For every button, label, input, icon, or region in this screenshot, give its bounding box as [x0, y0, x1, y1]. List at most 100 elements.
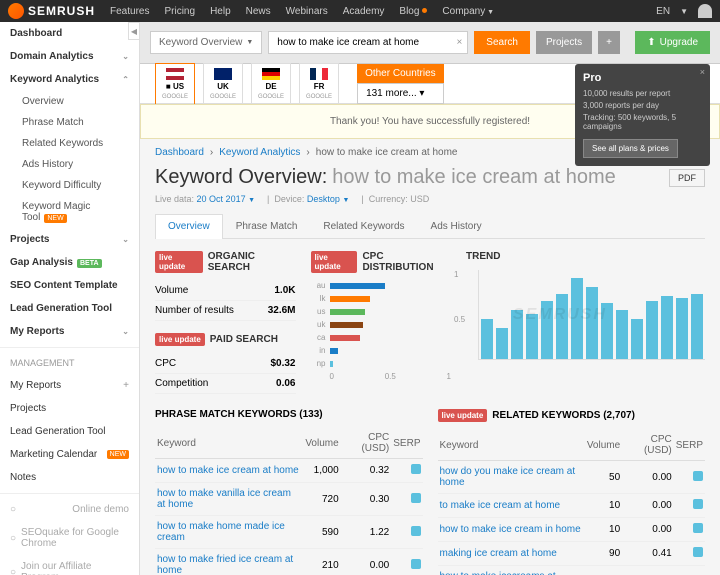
sidebar-gray-link[interactable]: ○Join our Affiliate Program [0, 555, 139, 575]
search-input-wrap: × [268, 31, 468, 54]
live-badge: live update [155, 251, 203, 273]
sidebar-label: Ads History [22, 159, 73, 170]
meta-row: Live data: 20 Oct 2017 ▼ | Device: Deskt… [155, 194, 705, 204]
serp-icon[interactable] [411, 559, 421, 569]
content: Dashboard›Keyword Analytics›how to make … [140, 139, 720, 575]
tab-phrase-match[interactable]: Phrase Match [223, 214, 311, 238]
serp-icon[interactable] [411, 464, 421, 474]
pdf-button[interactable]: PDF [669, 169, 705, 187]
gray-label: Join our Affiliate Program [21, 561, 129, 575]
user-icon[interactable] [698, 4, 712, 18]
sidebar-label: Keyword Difficulty [22, 180, 101, 191]
country-us[interactable]: ■ USGOOGLE [155, 63, 195, 105]
tab-overview[interactable]: Overview [155, 214, 223, 239]
chevron-icon: ⌄ [122, 235, 129, 244]
language-selector[interactable]: EN [656, 6, 670, 17]
sidebar-item-projects[interactable]: Projects⌄ [0, 228, 139, 251]
serp-icon[interactable] [693, 523, 703, 533]
search-input[interactable] [277, 37, 459, 48]
plus-icon[interactable]: + [123, 380, 129, 391]
projects-button[interactable]: Projects [536, 31, 592, 54]
sidebar-item-dashboard[interactable]: Dashboard [0, 22, 139, 45]
keyword-link[interactable]: to make ice cream at home [440, 500, 561, 511]
sidebar-item-domain-analytics[interactable]: Domain Analytics⌄ [0, 45, 139, 68]
sidebar-item-keyword-analytics[interactable]: Keyword Analytics⌃ [0, 68, 139, 91]
sidebar-item-gap-analysis[interactable]: Gap AnalysisBETA [0, 251, 139, 274]
cpc-cell: 0.00 [622, 518, 674, 542]
date-value[interactable]: 20 Oct 2017 [197, 194, 246, 204]
breadcrumb-item[interactable]: Dashboard [155, 147, 204, 158]
keyword-link[interactable]: how to make icecreams at home [440, 571, 556, 575]
keyword-link[interactable]: how do you make ice cream at home [440, 466, 576, 488]
chevron-icon: ⌃ [122, 75, 129, 84]
sidebar-gray-link[interactable]: ○SEOquake for Google Chrome [0, 521, 139, 555]
sidebar-label: Overview [22, 96, 64, 107]
topnav-webinars[interactable]: Webinars [286, 6, 328, 17]
sidebar-item-lead-generation-tool[interactable]: Lead Generation Tool [0, 297, 139, 320]
logo[interactable]: SEMRUSH [8, 3, 95, 19]
sidebar-mgmt-lead-generation-tool[interactable]: Lead Generation Tool [0, 420, 139, 443]
device-value[interactable]: Desktop [307, 194, 340, 204]
table-header: SERP [674, 430, 705, 461]
section-select[interactable]: Keyword Overview ▼ [150, 31, 262, 54]
sidebar-item-keyword-magic-tool[interactable]: Keyword Magic ToolNEW [0, 196, 139, 228]
keyword-link[interactable]: how to make ice cream at home [157, 465, 299, 476]
watermark: SEMRUSH [513, 306, 607, 324]
trend-bar [646, 301, 658, 360]
tab-ads-history[interactable]: Ads History [418, 214, 495, 238]
sidebar-mgmt-my-reports[interactable]: My Reports+ [0, 374, 139, 397]
keyword-link[interactable]: how to make vanilla ice cream at home [157, 488, 291, 510]
serp-icon[interactable] [411, 493, 421, 503]
date-label: Live data: [155, 194, 194, 204]
sidebar-item-related-keywords[interactable]: Related Keywords [0, 133, 139, 154]
country-fr[interactable]: FRGOOGLE [299, 63, 339, 105]
serp-icon[interactable] [693, 499, 703, 509]
sidebar-item-phrase-match[interactable]: Phrase Match [0, 112, 139, 133]
sidebar-item-keyword-difficulty[interactable]: Keyword Difficulty [0, 175, 139, 196]
topnav-academy[interactable]: Academy [343, 6, 385, 17]
more-countries-select[interactable]: 131 more... ▾ [357, 83, 444, 104]
cpc-bar-row: lk [311, 294, 452, 303]
country-de[interactable]: DEGOOGLE [251, 63, 291, 105]
sidebar-item-seo-content-template[interactable]: SEO Content Template [0, 274, 139, 297]
sidebar-item-ads-history[interactable]: Ads History [0, 154, 139, 175]
topnav-pricing[interactable]: Pricing [164, 6, 195, 17]
topnav-company[interactable]: Company ▼ [442, 6, 494, 17]
tab-related-keywords[interactable]: Related Keywords [310, 214, 417, 238]
topnav-blog[interactable]: Blog [399, 6, 427, 17]
table-row: how to make vanilla ice cream at home720… [155, 483, 423, 516]
sidebar-gray-link[interactable]: ○Online demo [0, 498, 139, 521]
upgrade-button[interactable]: ⬆ Upgrade [635, 31, 710, 54]
table-row: making ice cream at home900.41 [438, 542, 706, 566]
breadcrumb-item[interactable]: Keyword Analytics [219, 147, 300, 158]
serp-icon[interactable] [693, 471, 703, 481]
add-project-button[interactable]: + [598, 31, 620, 54]
cpc-panel: live updateCPC DISTRIBUTION aulkusukcain… [311, 251, 452, 394]
collapse-sidebar-icon[interactable]: ◀ [128, 22, 140, 40]
phrase-match-section: PHRASE MATCH KEYWORDS (133) KeywordVolum… [155, 409, 423, 575]
clear-icon[interactable]: × [456, 37, 462, 48]
search-button[interactable]: Search [474, 31, 530, 54]
keyword-link[interactable]: how to make fried ice cream at home [157, 554, 293, 575]
trend-title: TREND [466, 251, 500, 262]
keyword-link[interactable]: how to make home made ice cream [157, 521, 285, 543]
keyword-link[interactable]: making ice cream at home [440, 548, 557, 559]
phrase-table: KeywordVolumeCPC (USD)SERP how to make i… [155, 428, 423, 575]
topnav-news[interactable]: News [246, 6, 271, 17]
serp-icon[interactable] [411, 526, 421, 536]
sidebar-mgmt-projects[interactable]: Projects [0, 397, 139, 420]
topnav-help[interactable]: Help [210, 6, 231, 17]
close-icon[interactable]: × [700, 67, 705, 77]
results-label: Number of results [155, 305, 234, 316]
sidebar-item-overview[interactable]: Overview [0, 91, 139, 112]
sidebar-mgmt-marketing-calendar[interactable]: Marketing CalendarNEW [0, 443, 139, 466]
sidebar-item-my-reports[interactable]: My Reports⌄ [0, 320, 139, 343]
related-section: live updateRELATED KEYWORDS (2,707) Keyw… [438, 409, 706, 575]
country-uk[interactable]: UKGOOGLE [203, 63, 243, 105]
serp-icon[interactable] [693, 547, 703, 557]
table-header: CPC (USD) [622, 430, 674, 461]
topnav-features[interactable]: Features [110, 6, 149, 17]
sidebar-mgmt-notes[interactable]: Notes [0, 466, 139, 489]
see-plans-button[interactable]: See all plans & prices [583, 139, 678, 158]
keyword-link[interactable]: how to make ice cream in home [440, 524, 581, 535]
